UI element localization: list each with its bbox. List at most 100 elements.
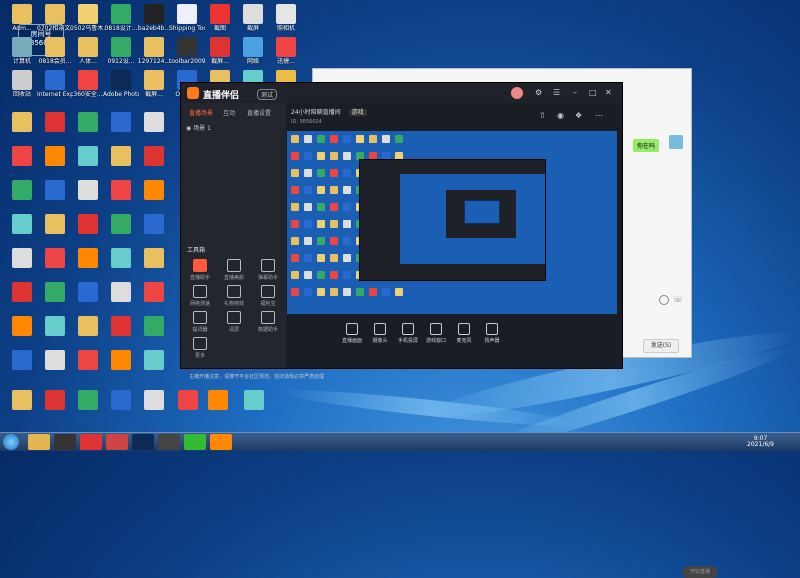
tab-settings[interactable]: 直播设置 — [247, 108, 271, 117]
scene-item[interactable]: ◉ 场景 1 — [186, 123, 211, 132]
send-button[interactable]: 发送(S) — [643, 339, 679, 353]
desktop-shortcut-icon[interactable] — [111, 146, 131, 166]
bottom-action[interactable]: 直播画面 — [337, 323, 367, 344]
desktop-shortcut-icon[interactable] — [45, 316, 65, 336]
desktop-icon[interactable]: 0818设计... — [103, 4, 139, 32]
desktop-shortcut-icon[interactable] — [45, 180, 65, 200]
live-preview[interactable] — [287, 131, 617, 314]
go-live-button[interactable]: 开始直播 — [682, 566, 718, 578]
tool-item[interactable]: 数据助手 — [253, 311, 283, 333]
tool-item[interactable]: 福利宝 — [253, 285, 283, 307]
desktop-shortcut-icon[interactable] — [12, 146, 32, 166]
desktop-shortcut-icon[interactable] — [244, 390, 264, 410]
tab-scene[interactable]: 直播场景 — [189, 108, 213, 117]
desktop-shortcut-icon[interactable] — [12, 390, 32, 410]
user-avatar[interactable] — [511, 87, 523, 99]
desktop-shortcut-icon[interactable] — [12, 316, 32, 336]
desktop-icon[interactable]: 截屏... — [136, 70, 172, 98]
share-icon[interactable]: ⇧ — [539, 111, 546, 120]
desktop-icon[interactable]: ba2eb4b... — [136, 4, 172, 32]
start-button[interactable] — [3, 434, 19, 450]
desktop-icon[interactable]: 计算机 — [4, 37, 40, 65]
close-icon[interactable]: ✕ — [605, 88, 612, 97]
desktop-shortcut-icon[interactable] — [78, 112, 98, 132]
app-task-icon[interactable] — [106, 434, 128, 450]
desktop-shortcut-icon[interactable] — [111, 214, 131, 234]
desktop-shortcut-icon[interactable] — [45, 350, 65, 370]
desktop-icon[interactable]: 网络 — [235, 37, 271, 65]
streaming-task-icon[interactable] — [210, 434, 232, 450]
desktop-shortcut-icon[interactable] — [111, 248, 131, 268]
desktop-icon[interactable]: 0912设... — [103, 37, 139, 65]
desktop-icon[interactable]: 迅捷... — [268, 37, 304, 65]
menu-icon[interactable]: ☰ — [553, 88, 560, 97]
tool-item[interactable]: 更多 — [185, 337, 215, 359]
desktop-icon[interactable]: Internet Explorer — [37, 70, 73, 98]
desktop-shortcut-icon[interactable] — [78, 214, 98, 234]
desktop-shortcut-icon[interactable] — [12, 214, 32, 234]
desktop-shortcut-icon[interactable] — [111, 316, 131, 336]
desktop-icon[interactable]: 截屏... — [202, 37, 238, 65]
desktop-shortcut-icon[interactable] — [12, 112, 32, 132]
bottom-action[interactable]: 游戏窗口 — [421, 323, 451, 344]
tool-item[interactable]: 提词器 — [185, 311, 215, 333]
desktop-shortcut-icon[interactable] — [144, 282, 164, 302]
desktop-icon[interactable]: 0702相亲文... — [37, 4, 73, 32]
desktop-icon[interactable]: 360安全... — [70, 70, 106, 98]
desktop-shortcut-icon[interactable] — [45, 112, 65, 132]
desktop-shortcut-icon[interactable] — [111, 112, 131, 132]
record-icon[interactable]: ◉ — [557, 111, 564, 120]
app-task-icon[interactable] — [158, 434, 180, 450]
desktop-shortcut-icon[interactable] — [45, 390, 65, 410]
desktop-shortcut-icon[interactable] — [111, 350, 131, 370]
desktop-icon[interactable]: Adm... — [4, 4, 40, 32]
desktop-shortcut-icon[interactable] — [78, 390, 98, 410]
desktop-icon[interactable]: 人体... — [70, 37, 106, 65]
desktop-shortcut-icon[interactable] — [78, 350, 98, 370]
desktop-shortcut-icon[interactable] — [45, 282, 65, 302]
tool-item[interactable]: 清屏 — [219, 311, 249, 333]
netease-task-icon[interactable] — [80, 434, 102, 450]
bottom-action[interactable]: 扬声器 — [477, 323, 507, 344]
desktop-icon[interactable]: toolbar2009 — [169, 37, 205, 65]
desktop-icon[interactable]: Adobe Photoshop — [103, 70, 139, 98]
desktop-shortcut-icon[interactable] — [144, 146, 164, 166]
gift-icon[interactable]: ❖ — [575, 111, 582, 120]
streaming-app-window[interactable]: 直播伴侣 测试 ⚙ ☰ – □ ✕ 直播场景 互动 直播设置 ◉ 场景 1 工具… — [180, 82, 718, 578]
desktop-shortcut-icon[interactable] — [144, 390, 164, 410]
desktop-icon[interactable]: 截图 — [202, 4, 238, 32]
desktop-icon[interactable]: 0502乌鲁木... — [70, 4, 106, 32]
desktop-shortcut-icon[interactable] — [12, 350, 32, 370]
desktop-shortcut-icon[interactable] — [78, 316, 98, 336]
desktop-shortcut-icon[interactable] — [144, 214, 164, 234]
desktop-shortcut-icon[interactable] — [12, 282, 32, 302]
desktop-shortcut-icon[interactable] — [78, 282, 98, 302]
tab-interact[interactable]: 互动 — [223, 108, 235, 117]
bottom-action[interactable]: 麦克风 — [449, 323, 479, 344]
desktop-shortcut-icon[interactable] — [45, 146, 65, 166]
desktop-shortcut-icon[interactable] — [144, 180, 164, 200]
desktop-shortcut-icon[interactable] — [111, 282, 131, 302]
desktop-shortcut-icon[interactable] — [12, 180, 32, 200]
photoshop-task-icon[interactable] — [132, 434, 154, 450]
desktop-shortcut-icon[interactable] — [12, 248, 32, 268]
emoji-icon[interactable] — [659, 295, 669, 305]
desktop-icon[interactable]: 1297124... — [136, 37, 172, 65]
tool-item[interactable]: 弹幕助手 — [253, 259, 283, 281]
phone-icon[interactable]: ☏ — [673, 295, 683, 304]
tool-item[interactable]: 直播美颜 — [219, 259, 249, 281]
tray-clock[interactable]: 9:07 2021/6/9 — [747, 436, 774, 448]
more-icon[interactable]: ⋯ — [595, 111, 603, 120]
settings-icon[interactable]: ⚙ — [535, 88, 542, 97]
desktop-shortcut-icon[interactable] — [78, 248, 98, 268]
media-task-icon[interactable] — [54, 434, 76, 450]
minimize-icon[interactable]: – — [573, 88, 577, 97]
desktop-shortcut-icon[interactable] — [144, 112, 164, 132]
desktop-icon[interactable]: 0818会员... — [37, 37, 73, 65]
desktop-shortcut-icon[interactable] — [144, 350, 164, 370]
maximize-icon[interactable]: □ — [589, 88, 597, 97]
desktop-shortcut-icon[interactable] — [45, 214, 65, 234]
desktop-icon[interactable]: Shipping Tool — [169, 4, 205, 32]
bottom-action[interactable]: 摄像头 — [365, 323, 395, 344]
desktop-shortcut-icon[interactable] — [78, 146, 98, 166]
